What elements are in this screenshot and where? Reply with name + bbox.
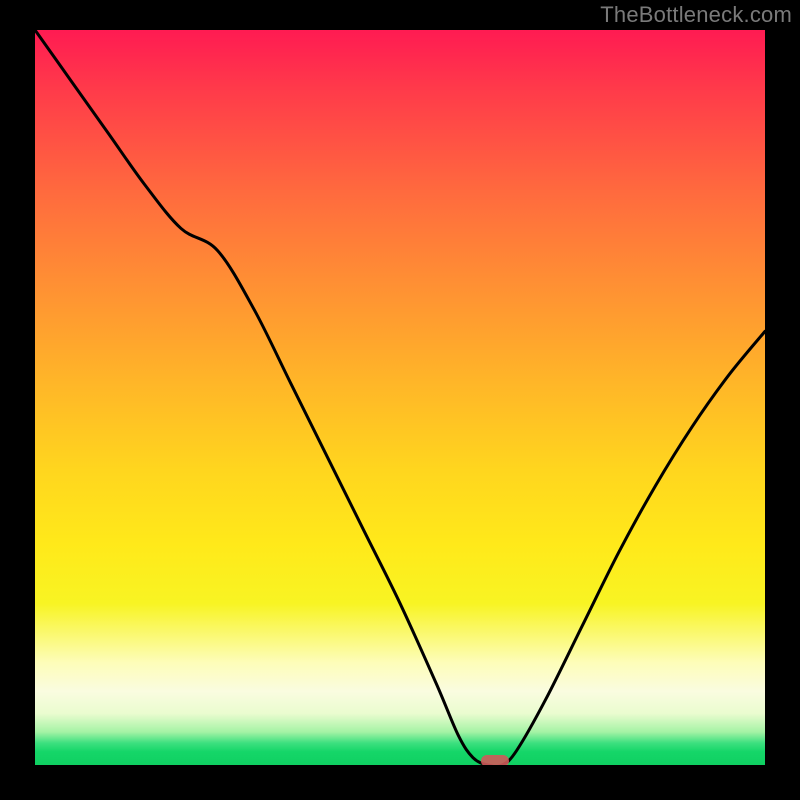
watermark-text: TheBottleneck.com [600, 2, 792, 28]
optimal-point-marker [481, 755, 509, 765]
chart-frame: TheBottleneck.com [0, 0, 800, 800]
plot-area [35, 30, 765, 765]
bottleneck-curve [35, 30, 765, 765]
